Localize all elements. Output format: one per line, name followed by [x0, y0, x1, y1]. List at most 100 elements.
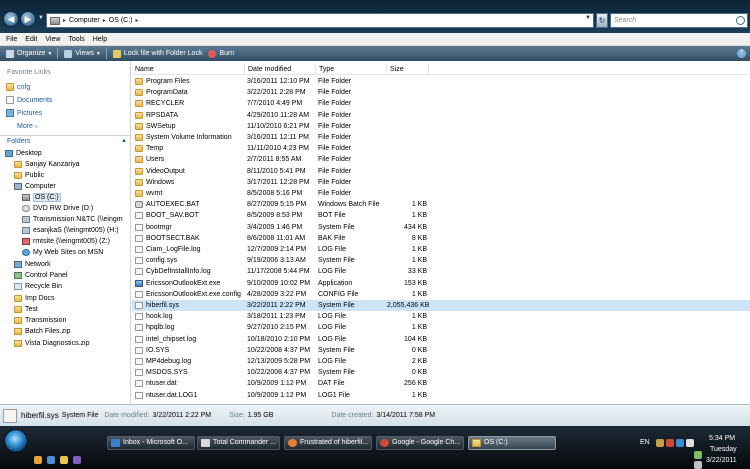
tray-app-icon[interactable]	[686, 439, 694, 447]
file-name: System Volume Information	[146, 134, 232, 141]
breadcrumb-computer[interactable]: Computer	[69, 17, 100, 24]
file-row[interactable]: intel_chipset.log 10/18/2010 2:10 PM LOG F…	[132, 334, 750, 345]
breadcrumb-separator-icon[interactable]: ▸	[103, 17, 106, 24]
file-row[interactable]: Users 2/7/2011 8:55 AM File Folder	[132, 154, 750, 165]
file-row[interactable]: EricssonOutlookExt.exe.config 4/28/2009 3…	[132, 289, 750, 300]
file-row[interactable]: BOOT_SAV.BOT 8/5/2009 8:53 PM BOT File 1 KB	[132, 210, 750, 221]
tree-item-rmtsite[interactable]: rmtsite (\\eingmt005) (Z:)	[22, 236, 110, 247]
file-row[interactable]: hiberfil.sys 3/22/2011 2:22 PM System File…	[132, 300, 750, 311]
search-icon[interactable]	[736, 16, 745, 25]
taskbar-button-total-commander[interactable]: Total Commander ...	[197, 436, 280, 450]
file-row[interactable]: MSDOS.SYS 10/22/2008 4:37 PM System File 0 …	[132, 367, 750, 378]
tree-item-batch-files-zip[interactable]: Batch Files.zip	[14, 326, 71, 337]
tree-item-vista-diagnostics-zip[interactable]: Vista Diagnostics.zip	[14, 338, 89, 349]
file-row[interactable]: Temp 11/11/2010 4:23 PM File Folder	[132, 143, 750, 154]
tree-item-dvd[interactable]: DVD RW Drive (D:)	[22, 203, 93, 214]
quick-launch-explorer-icon[interactable]	[60, 456, 68, 464]
recent-pages-dropdown-icon[interactable]: ▼	[38, 15, 44, 23]
address-input[interactable]: ▸ Computer ▸ OS (C:) ▸ ▼	[46, 13, 594, 28]
file-row[interactable]: MP4debug.log 12/13/2009 5:28 PM LOG File 2 …	[132, 356, 750, 367]
file-row[interactable]: CybDefInstallInfo.log 11/17/2008 5:44 PM L…	[132, 266, 750, 277]
file-row[interactable]: SWSetup 11/10/2010 6:21 PM File Folder	[132, 121, 750, 132]
burn-button[interactable]: Burn	[208, 49, 234, 58]
tree-item-computer[interactable]: Computer	[14, 181, 56, 192]
file-row[interactable]: AUTOEXEC.BAT 8/27/2009 5:15 PM Windows Bat…	[132, 199, 750, 210]
file-row[interactable]: RECYCLER 7/7/2010 4:49 PM File Folder	[132, 98, 750, 109]
file-row[interactable]: ntuser.dat 10/9/2009 1:12 PM DAT File 256 K…	[132, 378, 750, 389]
tray-app-icon[interactable]	[656, 439, 664, 447]
column-header-date-modified[interactable]: Date modified	[245, 64, 316, 75]
taskbar-button-explorer[interactable]: OS (C:)	[468, 436, 556, 450]
breadcrumb-separator-icon[interactable]: ▸	[136, 17, 139, 24]
file-row[interactable]: Program Files 3/16/2011 12:10 PM File Fold…	[132, 76, 750, 87]
file-row[interactable]: EricssonOutlookExt.exe 9/10/2009 10:02 PM…	[132, 278, 750, 289]
tree-item-public[interactable]: Public	[14, 170, 44, 181]
file-row[interactable]: wvmt 8/5/2008 5:16 PM File Folder	[132, 188, 750, 199]
tree-item-msn[interactable]: My Web Sites on MSN	[22, 247, 103, 258]
quick-launch-media-icon[interactable]	[73, 456, 81, 464]
file-row[interactable]: IO.SYS 10/22/2008 4:37 PM System File 0 KB	[132, 345, 750, 356]
network-tray-icon[interactable]	[694, 451, 702, 459]
favorite-link-pictures[interactable]: Pictures	[6, 109, 42, 117]
file-row[interactable]: hook.log 3/18/2011 1:23 PM LOG File 1 KB	[132, 311, 750, 322]
lock-file-button[interactable]: Lock file with Folder Lock	[112, 49, 202, 58]
file-row[interactable]: BOOTSECT.BAK 8/6/2008 11:01 AM BAK File 8 K…	[132, 233, 750, 244]
breadcrumb-os-c[interactable]: OS (C:)	[109, 17, 133, 24]
file-row[interactable]: Windows 3/17/2011 12:28 PM File Folder	[132, 177, 750, 188]
menu-view[interactable]: View	[45, 36, 60, 43]
volume-tray-icon[interactable]	[694, 461, 702, 469]
search-input[interactable]: Search	[610, 13, 748, 28]
views-button[interactable]: Views ▼	[64, 49, 101, 58]
tray-app-icon[interactable]	[666, 439, 674, 447]
back-button[interactable]: ◀	[3, 11, 19, 27]
tree-item-user[interactable]: Sanjay Kanzariya	[14, 159, 79, 170]
tree-item-desktop[interactable]: Desktop	[5, 148, 42, 159]
tree-item-esanjkas[interactable]: esanjkaS (\\eingmt005) (H:)	[22, 225, 119, 236]
tray-app-icon[interactable]	[676, 439, 684, 447]
file-row[interactable]: System Volume Information 3/16/2011 12:11…	[132, 132, 750, 143]
address-dropdown-icon[interactable]: ▼	[585, 15, 591, 21]
tree-item-control-panel[interactable]: Control Panel	[14, 270, 67, 281]
tree-item-transmission-share[interactable]: Transmission N&TC (\\eingm	[22, 214, 123, 225]
file-row[interactable]: hpqlb.log 9/27/2010 2:15 PM LOG File 1 KB	[132, 322, 750, 333]
menu-tools[interactable]: Tools	[68, 36, 84, 43]
taskbar-button-firefox[interactable]: Frustrated of hiberfil...	[284, 436, 372, 450]
file-size: 0 KB	[411, 346, 427, 354]
tree-item-recycle-bin[interactable]: Recycle Bin	[14, 281, 62, 292]
more-links-button[interactable]: More »	[17, 123, 38, 130]
language-indicator[interactable]: EN	[640, 439, 650, 446]
tree-item-transmission[interactable]: Transmission	[14, 315, 66, 326]
taskbar-button-outlook[interactable]: Inbox - Microsoft O...	[107, 436, 195, 450]
start-button[interactable]	[4, 429, 28, 453]
menu-help[interactable]: Help	[93, 36, 107, 43]
column-header-size[interactable]: Size	[387, 64, 429, 75]
file-row[interactable]: config.sys 9/19/2006 3:13 AM System File 1 …	[132, 255, 750, 266]
file-row[interactable]: VideoOutput 8/11/2010 5:41 PM File Folder	[132, 166, 750, 177]
clock-time[interactable]: 5:34 PM	[709, 435, 735, 442]
file-date: 12/7/2009 2:14 PM	[247, 246, 307, 253]
tree-item-test[interactable]: Test	[14, 304, 38, 315]
organize-button[interactable]: Organize ▼	[6, 49, 52, 58]
folders-header[interactable]: Folders ▲	[0, 135, 130, 146]
refresh-button[interactable]: ↻	[596, 13, 608, 28]
menu-edit[interactable]: Edit	[25, 36, 37, 43]
breadcrumb-separator-icon[interactable]: ▸	[63, 17, 66, 24]
forward-button[interactable]: ▶	[20, 11, 36, 27]
tree-item-os-c[interactable]: OS (C:)	[22, 192, 61, 203]
taskbar-button-chrome[interactable]: Google - Google Ch...	[376, 436, 464, 450]
help-icon[interactable]: ?	[737, 49, 746, 58]
favorite-link-documents[interactable]: Documents	[6, 96, 52, 104]
menu-file[interactable]: File	[6, 36, 17, 43]
quick-launch-firefox-icon[interactable]	[34, 456, 42, 464]
column-header-name[interactable]: Name	[132, 64, 245, 75]
file-row[interactable]: ntuser.dat.LOG1 10/9/2009 1:12 PM LOG1 Fil…	[132, 390, 750, 401]
file-row[interactable]: ProgramData 3/22/2011 2:28 PM File Folder	[132, 87, 750, 98]
quick-launch-ie-icon[interactable]	[47, 456, 55, 464]
file-row[interactable]: RPSDATA 4/29/2010 11:28 AM File Folder	[132, 110, 750, 121]
tree-item-imp-docs[interactable]: Imp Docs	[14, 293, 55, 304]
tree-item-network[interactable]: Network	[14, 259, 51, 270]
favorite-link-cnfg[interactable]: cnfg	[6, 83, 30, 91]
file-row[interactable]: bootmgr 3/4/2009 1:46 PM System File 434 KB	[132, 222, 750, 233]
file-row[interactable]: Ciam_LogFile.log 12/7/2009 2:14 PM LOG Fil…	[132, 244, 750, 255]
column-header-type[interactable]: Type	[316, 64, 387, 75]
